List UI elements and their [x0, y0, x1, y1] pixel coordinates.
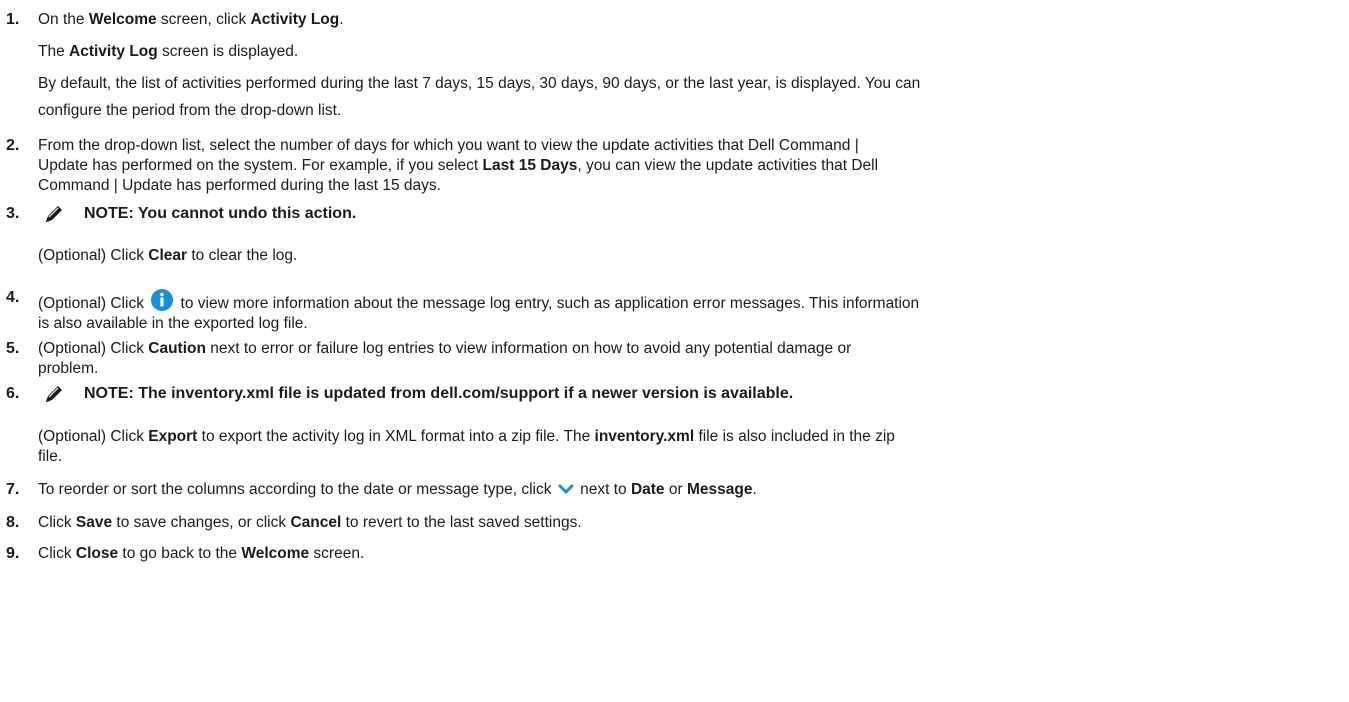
- step-number: 3.: [6, 205, 20, 222]
- pencil-note-icon: [46, 386, 62, 402]
- step-6-action: (Optional) Click Export to export the ac…: [38, 428, 895, 465]
- step-1-result: The Activity Log screen is displayed.: [38, 43, 299, 60]
- step-number: 4.: [6, 289, 20, 306]
- step-text: To reorder or sort the columns according…: [38, 481, 757, 498]
- chevron-down-icon: [558, 484, 574, 494]
- step-text: (Optional) Click Caution next to error o…: [38, 340, 852, 377]
- step-number: 9.: [6, 545, 20, 562]
- note-text: NOTE: The inventory.xml file is updated …: [84, 385, 794, 402]
- note-text: NOTE: You cannot undo this action.: [84, 205, 357, 222]
- document-page: 1. On the Welcome screen, click Activity…: [0, 0, 1349, 702]
- step-number: 7.: [6, 481, 20, 498]
- step-3-action: (Optional) Click Clear to clear the log.: [38, 247, 298, 264]
- step-1-detail-line-2: configure the period from the drop-down …: [38, 102, 342, 119]
- step-text: (Optional) Click to view more informatio…: [38, 288, 1328, 334]
- step-text: On the Welcome screen, click Activity Lo…: [38, 11, 344, 28]
- step-text: Click Save to save changes, or click Can…: [38, 514, 582, 531]
- step-number: 8.: [6, 514, 20, 531]
- info-icon: [151, 289, 174, 311]
- step-number: 5.: [6, 340, 20, 357]
- pencil-note-icon: [46, 206, 62, 222]
- step-1-detail-line-1: By default, the list of activities perfo…: [38, 75, 921, 92]
- step-number: 6.: [6, 385, 20, 402]
- step-number: 1.: [6, 11, 20, 28]
- step-text: Click Close to go back to the Welcome sc…: [38, 545, 365, 562]
- step-number: 2.: [6, 137, 20, 154]
- step-text: From the drop-down list, select the numb…: [38, 137, 879, 194]
